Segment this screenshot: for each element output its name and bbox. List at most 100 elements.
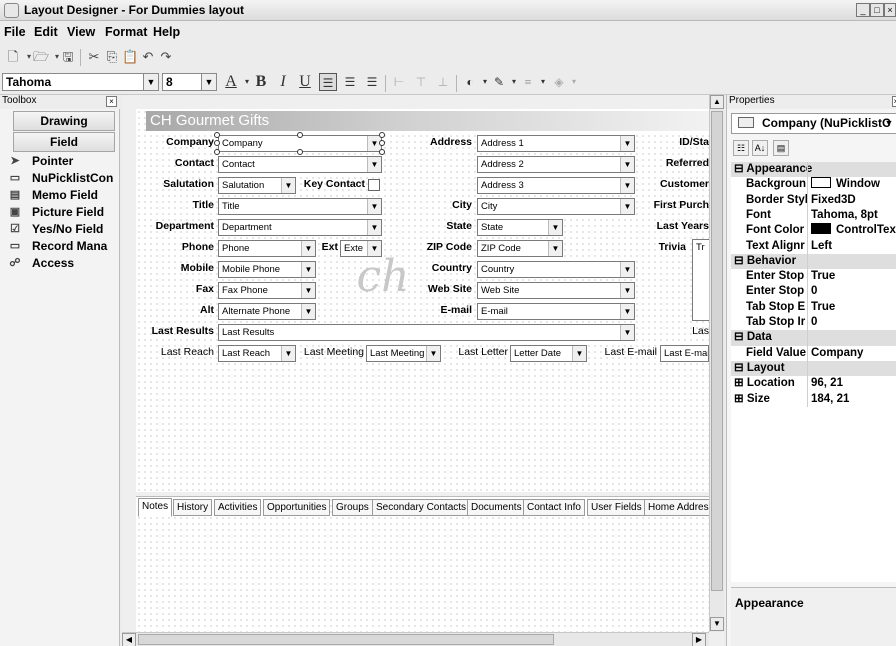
bold-icon[interactable]: B [252,73,270,91]
column-divider[interactable] [807,162,808,407]
field-label-last-letter[interactable]: Last Letter [444,346,508,358]
property-value[interactable]: True [811,300,896,315]
align-objects-center-icon[interactable]: ⊥ [434,73,452,91]
tab-documents[interactable]: Documents [467,499,526,516]
field-label-country[interactable]: Country [404,262,472,274]
categorized-icon[interactable]: ☷ [733,140,749,156]
chevron-down-icon[interactable]: ▼ [301,283,315,298]
property-row[interactable]: Border Styl Fixed3D [731,193,896,208]
field-label-web-site[interactable]: Web Site [404,283,472,295]
tool-yes-no-field[interactable]: ☑ Yes/No Field [8,220,118,237]
paste-icon[interactable]: 📋 [122,49,138,65]
tab-groups[interactable]: Groups [332,499,373,516]
tool-access[interactable]: ☍ Access [8,254,118,271]
tab-history[interactable]: History [173,499,213,516]
horizontal-scrollbar[interactable]: ◀ ▶ [122,632,709,646]
property-row[interactable]: Tab Stop E True [731,300,896,315]
field-label-id-status[interactable]: ID/Sta [642,136,709,148]
tab-user-fields[interactable]: User Fields [587,499,646,516]
chevron-down-icon[interactable]: ▼ [281,346,295,361]
last-reach-field[interactable]: Last Reach ▼ [218,345,296,362]
chevron-down-icon[interactable]: ▼ [301,241,315,256]
property-value[interactable]: 96, 21 [811,376,896,391]
cut-icon[interactable]: ✂ [86,49,102,65]
field-label-title[interactable]: Title [146,199,214,211]
field-label-address[interactable]: Address [404,136,472,148]
property-row[interactable]: Font Tahoma, 8pt [731,208,896,223]
scroll-thumb[interactable] [138,634,554,645]
chevron-down-icon[interactable]: ▼ [301,304,315,319]
property-category[interactable]: ⊟ Behavior [731,253,896,270]
field-label-last-years[interactable]: Last Years [642,220,709,232]
last-results-field[interactable]: Last Results ▼ [218,324,635,341]
field-label-trivia[interactable]: Trivia [642,241,686,253]
field-label-fax[interactable]: Fax [146,283,214,295]
open-icon[interactable]: 🗁 [33,49,49,65]
selection-handle[interactable] [214,140,220,146]
field-label-customer[interactable]: Customer [642,178,709,190]
menu-edit[interactable]: Edit [34,25,58,39]
field-label-phone[interactable]: Phone [146,241,214,253]
city-field[interactable]: City ▼ [477,198,635,215]
field-label-salutation[interactable]: Salutation [146,178,214,190]
chevron-down-icon[interactable]: ▼ [620,157,634,172]
redo-icon[interactable]: ↷ [158,49,174,65]
property-row[interactable]: Field Value Company [731,346,896,361]
align-left-icon[interactable]: ☰ [319,73,337,91]
field-label-key-contact[interactable]: Key Contact [298,178,365,190]
address2-field[interactable]: Address 2 ▼ [477,156,635,173]
selection-handle[interactable] [379,140,385,146]
tab-activities[interactable]: Activities [214,499,262,516]
chevron-down-icon[interactable]: ▼ [882,114,896,133]
chevron-down-icon[interactable]: ▼ [367,157,381,172]
property-row[interactable]: Enter Stop 0 [731,284,896,299]
property-value[interactable]: 0 [811,284,896,299]
chevron-down-icon[interactable]: ▼ [367,220,381,235]
field-label-city[interactable]: City [404,199,472,211]
tool-pointer[interactable]: ➤ Pointer [8,152,118,169]
underline-icon[interactable]: U [296,73,314,91]
property-value-cell[interactable]: Window [811,177,896,192]
toolbox-tab-field[interactable]: Field [13,132,115,152]
address1-field[interactable]: Address 1 ▼ [477,135,635,152]
selection-handle[interactable] [214,132,220,138]
field-label-ext[interactable]: Ext [318,241,338,253]
scroll-right-icon[interactable]: ▶ [692,633,706,646]
tab-notes[interactable]: Notes [138,498,173,517]
field-label-last-clipped[interactable]: Las [684,325,709,337]
contact-field[interactable]: Contact ▼ [218,156,382,173]
field-label-last-email[interactable]: Last E-mail [592,346,657,358]
tool-memo-field[interactable]: ▤ Memo Field [8,186,118,203]
company-logo-watermark[interactable]: ch [346,244,420,310]
align-center-icon[interactable]: ☰ [341,73,359,91]
field-label-zip[interactable]: ZIP Code [404,241,472,253]
close-icon[interactable]: × [892,96,896,107]
field-label-contact[interactable]: Contact [146,157,214,169]
vertical-scrollbar[interactable]: ▲ ▼ [709,95,724,632]
maximize-icon[interactable]: □ [870,3,884,17]
scroll-left-icon[interactable]: ◀ [122,633,136,646]
sort-alpha-icon[interactable]: A↓ [752,140,768,156]
property-row[interactable]: Backgroun Window [731,177,896,192]
selection-handle[interactable] [379,132,385,138]
chevron-down-icon[interactable]: ▼ [620,304,634,319]
field-label-last-results[interactable]: Last Results [140,325,214,337]
menu-help[interactable]: Help [153,25,180,39]
country-field[interactable]: Country ▼ [477,261,635,278]
menu-file[interactable]: File [4,25,26,39]
tab-contact-info[interactable]: Contact Info [523,499,585,516]
close-icon[interactable]: × [106,96,117,107]
close-icon[interactable]: × [884,3,896,17]
field-label-company[interactable]: Company [146,136,214,148]
property-row[interactable]: ⊞ Location 96, 21 [731,376,896,391]
alt-phone-field[interactable]: Alternate Phone ▼ [218,303,316,320]
field-label-first-purchase[interactable]: First Purch [642,199,709,211]
fax-field[interactable]: Fax Phone ▼ [218,282,316,299]
field-label-referred[interactable]: Referred [642,157,709,169]
menu-view[interactable]: View [67,25,95,39]
last-email-field[interactable]: Last E-mail [660,345,709,362]
phone-field[interactable]: Phone ▼ [218,240,316,257]
save-icon[interactable]: 🖫 [60,49,76,65]
property-category[interactable]: ⊟ Data [731,330,896,346]
title-field[interactable]: Title ▼ [218,198,382,215]
